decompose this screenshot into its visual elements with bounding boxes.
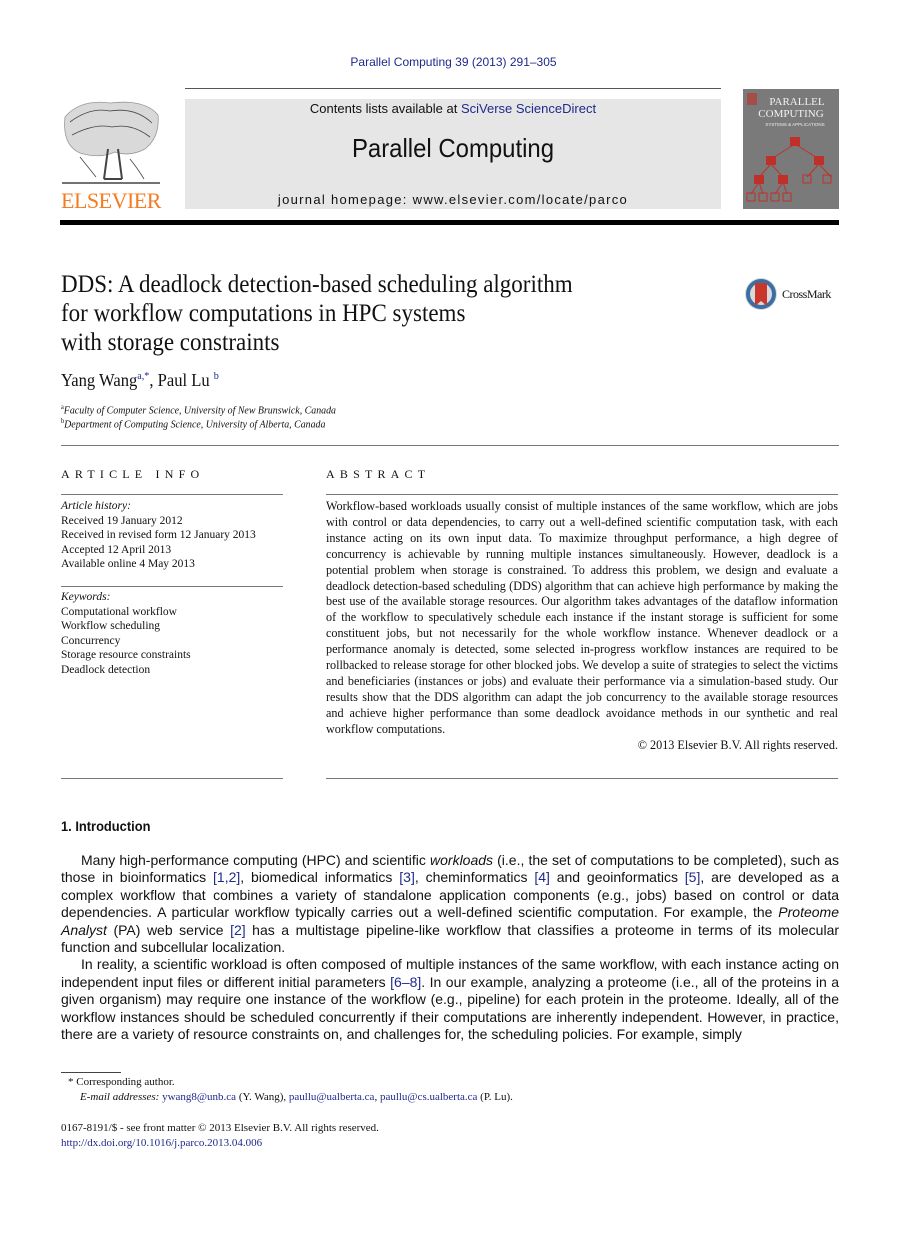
header-thick-rule [60, 220, 839, 225]
journal-cover: PARALLEL COMPUTING SYSTEMS & APPLICATION… [743, 89, 839, 209]
email-link[interactable]: paullu@ualberta.ca [289, 1091, 375, 1103]
footnotes: * Corresponding author. E-mail addresses… [68, 1075, 513, 1105]
issn-line: 0167-8191/$ - see front matter © 2013 El… [61, 1122, 379, 1134]
divider [61, 778, 283, 779]
title-line: DDS: A deadlock detection-based scheduli… [61, 271, 573, 298]
abstract: Workflow-based workloads usually consist… [326, 499, 838, 754]
history-item: Received in revised form 12 January 2013 [61, 529, 256, 542]
author-affiliation-mark[interactable]: a,* [137, 370, 149, 382]
footnote-divider [61, 1072, 121, 1073]
doi-link[interactable]: http://dx.doi.org/10.1016/j.parco.2013.0… [61, 1136, 379, 1151]
affiliation-text: Faculty of Computer Science, University … [63, 404, 337, 417]
affiliation-text: Department of Computing Science, Univers… [64, 418, 326, 431]
author-affiliation-mark[interactable]: b [214, 370, 219, 382]
section-heading-introduction: 1. Introduction [61, 818, 151, 834]
journal-homepage: journal homepage: www.elsevier.com/locat… [185, 192, 721, 207]
corresponding-author-note: * Corresponding author. [68, 1076, 175, 1088]
crossmark-label[interactable]: CrossMark [782, 287, 831, 302]
journal-citation-link[interactable]: Parallel Computing 39 (2013) 291–305 [0, 55, 907, 69]
paragraph: In reality, a scientific workload is oft… [61, 956, 839, 1043]
citation-link[interactable]: [2] [230, 922, 246, 938]
author-name[interactable]: Yang Wang [61, 370, 137, 390]
cover-tree-diagram-icon: PARALLEL COMPUTING SYSTEMS & APPLICATION… [746, 93, 832, 202]
author-list: Yang Wanga,*, Paul Lu b [61, 370, 219, 391]
keywords: Keywords: Computational workflow Workflo… [61, 590, 283, 678]
elsevier-wordmark: ELSEVIER [61, 188, 161, 213]
title-line: with storage constraints [61, 329, 280, 356]
keyword-item: Computational workflow [61, 605, 177, 618]
abstract-heading: ABSTRACT [326, 467, 431, 481]
divider [61, 445, 839, 446]
tree-icon [62, 101, 160, 184]
front-matter: 0167-8191/$ - see front matter © 2013 El… [61, 1121, 379, 1150]
keyword-item: Deadlock detection [61, 663, 151, 676]
history-item: Available online 4 May 2013 [61, 558, 195, 571]
crossmark-icon [745, 278, 777, 310]
divider [326, 778, 838, 779]
abstract-text: Workflow-based workloads usually consist… [326, 499, 838, 736]
history-item: Received 19 January 2012 [61, 514, 183, 527]
journal-banner: Contents lists available at SciVerse Sci… [185, 99, 721, 209]
cover-title-2: COMPUTING [758, 108, 823, 120]
keyword-item: Concurrency [61, 634, 121, 647]
citation-link[interactable]: [6–8] [390, 974, 421, 990]
history-item: Accepted 12 April 2013 [61, 543, 172, 556]
author-name[interactable]: Paul Lu [158, 370, 210, 390]
keyword-item: Workflow scheduling [61, 620, 161, 633]
header-divider [185, 88, 721, 89]
homepage-label: journal homepage: [277, 192, 413, 207]
author-separator: , [149, 370, 158, 390]
paragraph: Many high-performance computing (HPC) an… [61, 852, 840, 956]
homepage-link[interactable]: www.elsevier.com/locate/parco [413, 192, 628, 207]
journal-name: Parallel Computing [351, 133, 555, 163]
citation-link[interactable]: [5] [685, 869, 701, 885]
citation-link[interactable]: [1,2] [213, 869, 240, 885]
keyword-item: Storage resource constraints [61, 649, 191, 662]
email-link[interactable]: paullu@cs.ualberta.ca [380, 1091, 477, 1103]
introduction-body: Many high-performance computing (HPC) an… [61, 852, 839, 1043]
divider [61, 586, 283, 587]
contents-prefix: Contents lists available at [309, 101, 461, 116]
keywords-label: Keywords: [61, 591, 111, 603]
divider [61, 494, 283, 495]
contents-line: Contents lists available at SciVerse Sci… [185, 101, 721, 116]
citation-link[interactable]: [4] [534, 869, 550, 885]
email-addresses: E-mail addresses: ywang8@unb.ca (Y. Wang… [80, 1091, 513, 1103]
cover-title-1: PARALLEL [769, 96, 824, 108]
sciencedirect-link[interactable]: SciVerse ScienceDirect [461, 101, 596, 116]
affiliation: aFaculty of Computer Science, University… [61, 403, 336, 417]
affiliation: bDepartment of Computing Science, Univer… [61, 417, 325, 431]
abstract-copyright: © 2013 Elsevier B.V. All rights reserved… [637, 737, 838, 752]
article-info-heading: ARTICLE INFO [61, 467, 205, 481]
citation-link[interactable]: [3] [399, 869, 415, 885]
divider [326, 494, 838, 495]
email-link[interactable]: ywang8@unb.ca [162, 1091, 236, 1103]
article-history: Article history: Received 19 January 201… [61, 499, 283, 572]
history-label: Article history: [61, 500, 131, 512]
cover-subtitle: SYSTEMS & APPLICATIONS [765, 122, 824, 127]
article-title: DDS: A deadlock detection-based scheduli… [61, 270, 687, 357]
title-line: for workflow computations in HPC systems [61, 300, 466, 327]
